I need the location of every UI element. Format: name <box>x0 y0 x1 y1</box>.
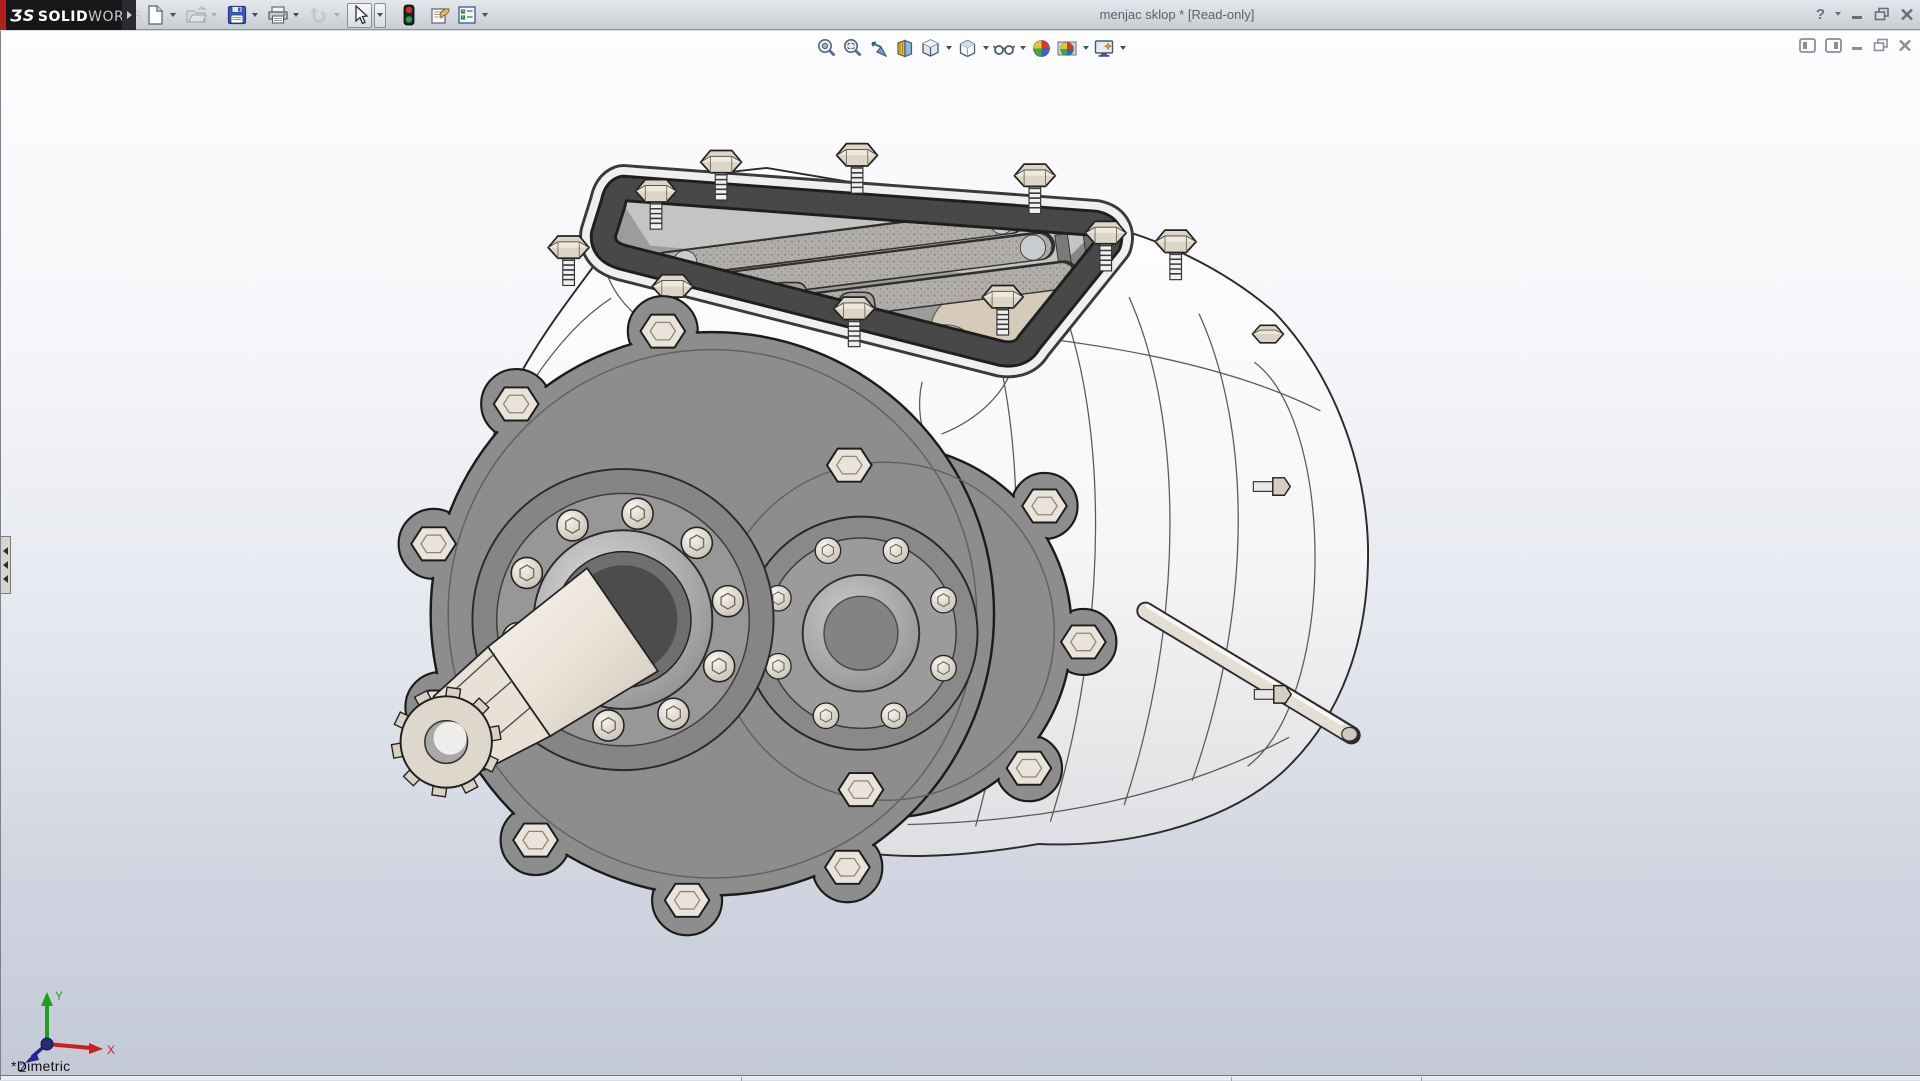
apply-scene-dropdown[interactable] <box>1080 36 1091 60</box>
file-properties-button[interactable] <box>427 3 452 28</box>
display-style-icon <box>957 38 978 59</box>
toggle-left-pane-button[interactable] <box>1799 36 1816 54</box>
menu-expand-button[interactable] <box>122 0 136 30</box>
hide-show-items-button[interactable] <box>991 36 1017 60</box>
graphics-viewport[interactable]: Y X Z *Dimetric <box>0 31 1920 1080</box>
close-document-icon <box>1898 39 1912 52</box>
print-dropdown[interactable] <box>290 3 302 28</box>
window-title: menjac sklop * [Read-only] <box>1100 7 1255 22</box>
right-hub <box>744 517 977 750</box>
options-dropdown[interactable] <box>479 3 491 28</box>
close-window-button[interactable] <box>1900 3 1914 25</box>
status-divider <box>1421 1077 1422 1081</box>
expand-pane-arrow-icon <box>3 547 8 555</box>
status-bar <box>1 1075 1920 1080</box>
status-divider <box>741 1077 742 1081</box>
display-style-dropdown[interactable] <box>980 36 991 60</box>
open-button[interactable] <box>183 3 208 28</box>
previous-view-button[interactable] <box>865 36 891 60</box>
titlebar-controls: ? <box>1816 3 1914 25</box>
printer-icon <box>267 5 289 25</box>
view-orientation-button[interactable] <box>917 36 943 60</box>
left-pane-icon <box>1799 38 1816 53</box>
new-document-icon <box>145 5 165 25</box>
logo-red-accent <box>0 0 6 30</box>
document-window-controls <box>1799 36 1912 54</box>
restore-document-icon <box>1873 38 1889 52</box>
close-icon <box>1900 8 1914 21</box>
triad-x-label: X <box>107 1043 115 1057</box>
view-orientation-icon <box>920 38 941 59</box>
print-button[interactable] <box>265 3 290 28</box>
status-divider <box>1231 1077 1232 1081</box>
right-pane-icon <box>1825 38 1842 53</box>
edit-appearance-icon <box>1031 38 1052 59</box>
minimize-icon <box>1851 8 1864 20</box>
zoom-to-fit-icon <box>816 38 837 59</box>
help-dropdown[interactable] <box>1835 3 1841 25</box>
file-properties-icon <box>429 5 451 25</box>
zoom-to-fit-button[interactable] <box>813 36 839 60</box>
select-tool-button[interactable] <box>347 3 372 28</box>
display-style-button[interactable] <box>954 36 980 60</box>
rebuild-button[interactable] <box>396 3 421 28</box>
apply-scene-button[interactable] <box>1054 36 1080 60</box>
previous-view-icon <box>868 38 889 59</box>
menu-expand-arrow-icon <box>127 11 132 19</box>
minimize-document-icon <box>1851 39 1864 51</box>
solidworks-logo: ƷSSOLIDWORKS <box>0 0 122 30</box>
save-floppy-icon <box>227 5 247 25</box>
view-settings-icon <box>1093 38 1115 59</box>
view-orientation-label: *Dimetric <box>11 1058 70 1074</box>
undo-arrow-icon <box>308 5 330 25</box>
select-cursor-icon <box>351 5 369 25</box>
help-icon: ? <box>1816 6 1825 23</box>
minimize-document-button[interactable] <box>1851 36 1864 54</box>
expand-pane-arrow-icon <box>3 561 8 569</box>
select-tool-dropdown[interactable] <box>374 3 386 28</box>
apply-scene-icon <box>1056 38 1078 59</box>
triad-y-label: Y <box>55 989 63 1003</box>
gearbox-model <box>1 31 1920 1080</box>
close-document-button[interactable] <box>1898 36 1912 54</box>
section-view-icon <box>894 38 915 59</box>
save-dropdown[interactable] <box>249 3 261 28</box>
restore-icon <box>1874 7 1890 21</box>
options-checklist-icon <box>457 5 477 25</box>
new-document-button[interactable] <box>142 3 167 28</box>
toggle-right-pane-button[interactable] <box>1825 36 1842 54</box>
hide-show-items-icon <box>993 38 1015 59</box>
restore-document-button[interactable] <box>1873 36 1889 54</box>
traffic-light-icon <box>403 4 415 26</box>
expand-pane-arrow-icon <box>3 575 8 583</box>
open-dropdown[interactable] <box>208 3 220 28</box>
new-document-dropdown[interactable] <box>167 3 179 28</box>
view-settings-dropdown[interactable] <box>1117 36 1128 60</box>
zoom-to-area-icon <box>842 38 863 59</box>
edit-appearance-button[interactable] <box>1028 36 1054 60</box>
help-button[interactable]: ? <box>1816 3 1825 25</box>
options-button[interactable] <box>454 3 479 28</box>
zoom-to-area-button[interactable] <box>839 36 865 60</box>
logo-name-bold: SOLID <box>38 9 88 25</box>
logo-prefix: ƷS <box>10 6 35 25</box>
undo-button[interactable] <box>306 3 331 28</box>
heads-up-toolbar <box>813 36 1128 60</box>
undo-dropdown[interactable] <box>331 3 343 28</box>
view-orientation-dropdown[interactable] <box>943 36 954 60</box>
main-toolbar <box>142 2 495 28</box>
titlebar: ƷSSOLIDWORKS <box>0 0 1920 30</box>
open-folder-icon <box>185 5 207 25</box>
view-settings-button[interactable] <box>1091 36 1117 60</box>
restore-window-button[interactable] <box>1874 3 1890 25</box>
feature-pane-flyout-tab[interactable] <box>1 536 11 594</box>
save-button[interactable] <box>224 3 249 28</box>
hide-show-items-dropdown[interactable] <box>1017 36 1028 60</box>
section-view-button[interactable] <box>891 36 917 60</box>
minimize-window-button[interactable] <box>1851 3 1864 25</box>
